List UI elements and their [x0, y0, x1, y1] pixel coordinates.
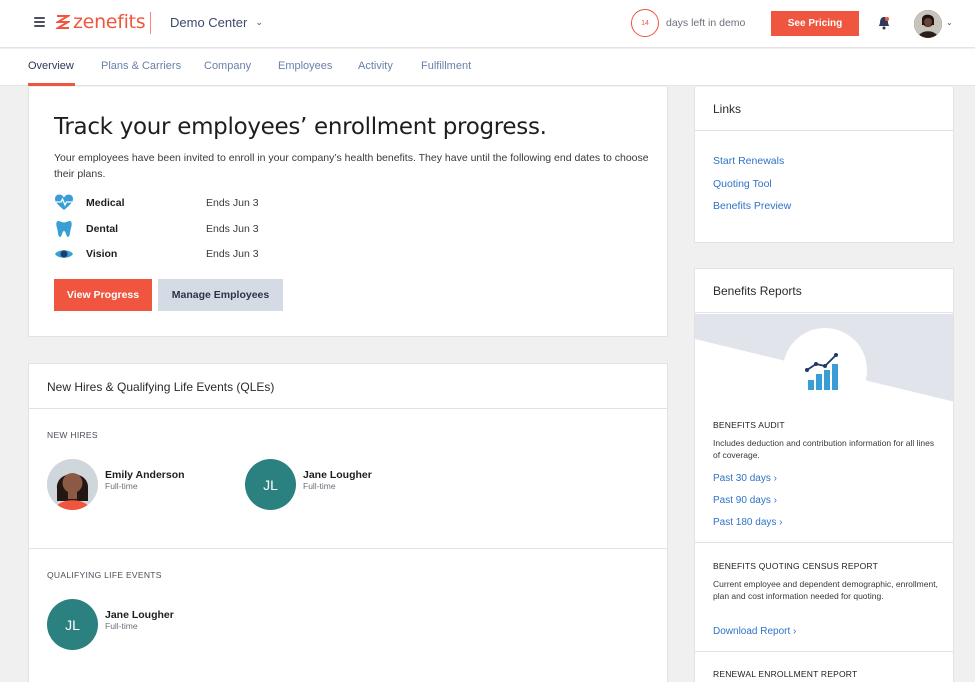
page-title: Track your employees’ enrollment progres… [54, 114, 547, 140]
employee-name: Emily Anderson [105, 469, 185, 481]
reports-card-header: Benefits Reports [695, 269, 953, 313]
user-avatar[interactable] [914, 10, 942, 38]
heart-pulse-icon [55, 194, 73, 210]
benefit-row-vision: Vision Ends Jun 3 [54, 246, 354, 262]
view-progress-button[interactable]: View Progress [54, 279, 152, 311]
active-tab-indicator [28, 83, 75, 86]
employee-role: Full-time [105, 621, 138, 631]
days-left-counter: 14 [631, 9, 659, 37]
tab-employees[interactable]: Employees [278, 60, 332, 72]
employee-name: Jane Lougher [105, 609, 174, 621]
new-hires-label: NEW HIRES [47, 430, 98, 440]
qualifying-life-events-label: QUALIFYING LIFE EVENTS [47, 570, 162, 580]
top-header: zenefits Demo Center ⌄ 14 days left in d… [0, 0, 975, 48]
benefits-preview-link[interactable]: Benefits Preview [713, 200, 791, 212]
benefit-name: Medical [86, 197, 125, 209]
eye-icon [55, 250, 73, 258]
quoting-tool-link[interactable]: Quoting Tool [713, 178, 772, 190]
days-left-value: 14 [641, 19, 649, 27]
enrollment-description: Your employees have been invited to enro… [54, 152, 649, 180]
zenefits-logo[interactable]: zenefits [56, 11, 146, 33]
report-section-divider [695, 542, 953, 543]
report-section-divider [695, 651, 953, 652]
employee-initials-avatar: JL [245, 459, 296, 510]
links-card: Links Start Renewals Quoting Tool Benefi… [694, 87, 954, 243]
tab-activity[interactable]: Activity [358, 60, 393, 72]
user-avatar-image [914, 10, 942, 38]
tooth-icon [56, 221, 72, 237]
reports-card-title: Benefits Reports [713, 284, 802, 298]
census-report-description: Current employee and dependent demograph… [713, 579, 938, 601]
benefit-end-date: Ends Jun 3 [206, 223, 259, 235]
census-report-title: BENEFITS QUOTING CENSUS REPORT [713, 561, 879, 571]
company-selector[interactable]: Demo Center ⌄ [170, 15, 263, 30]
bar-chart-icon [805, 353, 838, 390]
avatar-chevron-down-icon[interactable]: ⌄ [946, 18, 953, 27]
chevron-down-icon: ⌄ [255, 17, 263, 27]
employee-role: Full-time [105, 481, 138, 491]
reports-illustration [695, 314, 953, 402]
links-card-header: Links [695, 87, 953, 131]
employee-avatar [47, 459, 98, 510]
employee-name: Jane Lougher [303, 469, 372, 481]
benefits-audit-title: BENEFITS AUDIT [713, 420, 785, 430]
benefits-audit-description: Includes deduction and contribution info… [713, 438, 935, 460]
tab-company[interactable]: Company [204, 60, 251, 72]
zenefits-logo-mark-icon [56, 15, 70, 29]
new-hire-emily-anderson[interactable]: Emily Anderson Full-time [47, 459, 227, 511]
benefit-name: Dental [86, 223, 119, 235]
benefit-row-medical: Medical Ends Jun 3 [54, 194, 354, 211]
qle-card-title: New Hires & Qualifying Life Events (QLEs… [47, 380, 275, 394]
audit-past-180-days-link[interactable]: Past 180 days › [713, 517, 782, 528]
renewal-enrollment-report-title: RENEWAL ENROLLMENT REPORT [713, 669, 858, 679]
benefit-end-date: Ends Jun 3 [206, 197, 259, 209]
tab-fulfillment[interactable]: Fulfillment [421, 60, 471, 72]
new-hires-qle-card: New Hires & Qualifying Life Events (QLEs… [28, 363, 668, 682]
employee-photo [47, 459, 98, 510]
employee-initials-avatar: JL [47, 599, 98, 650]
tab-navigation: Overview Plans & Carriers Company Employ… [0, 49, 975, 86]
section-divider [29, 548, 667, 549]
days-left-label: days left in demo [666, 17, 746, 29]
employee-role: Full-time [303, 481, 336, 491]
benefit-row-dental: Dental Ends Jun 3 [54, 221, 354, 237]
enrollment-progress-card: Track your employees’ enrollment progres… [28, 87, 668, 337]
notification-bell-icon[interactable] [877, 15, 891, 31]
new-hire-jane-lougher[interactable]: JL Jane Lougher Full-time [245, 459, 425, 511]
audit-past-30-days-link[interactable]: Past 30 days › [713, 473, 777, 484]
reports-chart-badge [783, 328, 867, 402]
links-card-title: Links [713, 102, 742, 116]
qle-card-header: New Hires & Qualifying Life Events (QLEs… [29, 364, 667, 409]
audit-past-90-days-link[interactable]: Past 90 days › [713, 495, 777, 506]
qle-jane-lougher[interactable]: JL Jane Lougher Full-time [47, 599, 227, 651]
tab-overview[interactable]: Overview [28, 60, 74, 72]
tab-plans-carriers[interactable]: Plans & Carriers [101, 60, 181, 72]
hamburger-menu-icon[interactable] [34, 17, 45, 28]
see-pricing-button[interactable]: See Pricing [771, 11, 859, 36]
benefits-reports-card: Benefits Reports BENEFITS AUDIT Includes… [694, 268, 954, 682]
brand-name: zenefits [73, 11, 146, 33]
start-renewals-link[interactable]: Start Renewals [713, 155, 784, 167]
header-divider [150, 12, 151, 34]
benefit-name: Vision [86, 248, 118, 260]
manage-employees-button[interactable]: Manage Employees [158, 279, 283, 311]
benefit-end-date: Ends Jun 3 [206, 248, 259, 260]
download-census-report-link[interactable]: Download Report › [713, 626, 796, 637]
company-name: Demo Center [170, 15, 248, 30]
